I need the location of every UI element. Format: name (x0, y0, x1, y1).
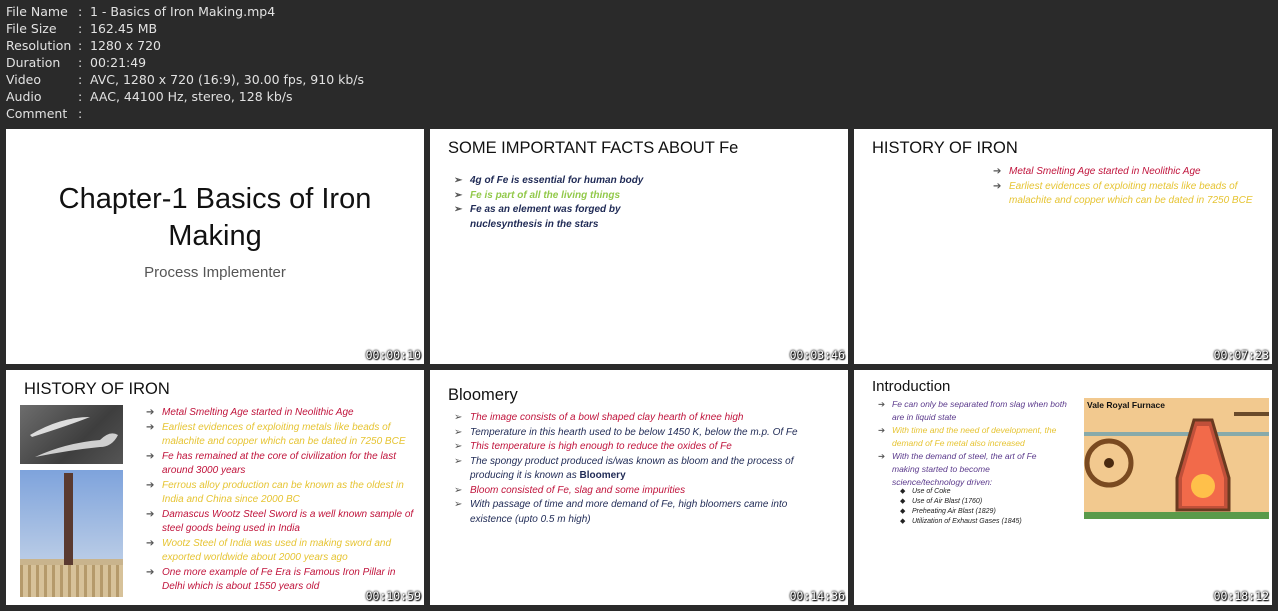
info-row: Duration:00:21:49 (6, 55, 147, 70)
file-info: File Name:1 - Basics of Iron Making.mp4 … (6, 3, 364, 122)
sub-bullet-item: ◆ Use of Coke (900, 488, 951, 495)
bullet-list: ➢ The image consists of a bowl shaped cla… (452, 411, 832, 527)
info-row: File Name:1 - Basics of Iron Making.mp4 (6, 4, 276, 19)
bullet-item: ➢ Temperature in this hearth used to be b… (452, 426, 832, 441)
bullet-item: ➔ Damascus Wootz Steel Sword is a well kn… (146, 508, 414, 535)
diamond-bullet-icon: ◆ (900, 518, 906, 525)
sub-bullet-item: ◆ Preheating Air Blast (1829) (900, 508, 996, 515)
info-row: File Size:162.45 MB (6, 21, 158, 36)
bullet-item: ➢ With passage of time and more demand of… (454, 499, 788, 525)
slide-title: Chapter-1 Basics of Iron Making (58, 183, 372, 252)
figure-title: Vale Royal Furnace (1087, 400, 1165, 410)
bullet-item: ➢ The spongy product produced is/was know… (454, 455, 794, 482)
bullet-item: ➢ The image consists of a bowl shaped cla… (452, 411, 832, 426)
slide-title: SOME IMPORTANT FACTS ABOUT Fe (448, 139, 739, 157)
slide-subtitle: Process Implementer (144, 264, 286, 281)
sub-bullet-list: ◆ Use of Coke ◆ Use of Air Blast (1760) ◆ P… (898, 487, 1078, 527)
info-row: Video: AVC, 1280 x 720 (16:9), 30.00 fps,… (6, 72, 365, 87)
slide-title: HISTORY OF IRON (24, 380, 170, 398)
arrow-bullet-icon: ➔ (146, 450, 155, 462)
arrowhead-bullet-icon: ➢ (454, 499, 463, 510)
bullet-item: ➔ With time and the need of development, … (878, 425, 1057, 448)
bullet-list: ➔ Metal Smelting Age started in Neolithic… (991, 165, 1256, 209)
timestamp: 00:18:12 (1213, 589, 1269, 603)
arrow-bullet-icon: ➔ (993, 180, 1002, 192)
bullet-list: ➔ Metal Smelting Age started in Neolithic… (144, 406, 416, 595)
timestamp: 00:07:23 (1213, 348, 1269, 362)
bullet-item: ➢ 4g of Fe is essential for human body (452, 174, 692, 189)
thumbnail-4[interactable]: HISTORY OF IRON ➔ Metal Smelting Age star… (6, 370, 424, 605)
diamond-bullet-icon: ◆ (900, 488, 906, 495)
slide-title: Introduction (872, 378, 951, 395)
bullet-item: ➢ This temperature is high enough to redu… (452, 440, 832, 455)
sub-bullet-item: ◆ Utilization of Exhaust Gases (1845) (900, 518, 1022, 525)
arrow-bullet-icon: ➔ (146, 537, 155, 549)
arrow-bullet-icon: ➔ (146, 421, 155, 433)
arrow-bullet-icon: ➔ (878, 399, 886, 409)
diamond-bullet-icon: ◆ (900, 498, 906, 505)
dagger-image (30, 417, 118, 457)
thumbnail-3[interactable]: HISTORY OF IRON ➔ Metal Smelting Age star… (854, 129, 1272, 364)
arrow-bullet-icon: ➔ (146, 508, 155, 520)
info-row: Comment: (6, 106, 83, 121)
info-row: Resolution:1280 x 720 (6, 38, 162, 53)
arrow-bullet-icon: ➔ (878, 425, 886, 435)
thumbnail-6[interactable]: Introduction ➔ Fe can only be separated f… (854, 370, 1272, 605)
arrowhead-bullet-icon: ➢ (454, 189, 463, 201)
bullet-item: ➔ Fe has remained at the core of civiliza… (146, 450, 397, 477)
arrowhead-bullet-icon: ➢ (454, 441, 463, 452)
iron-pillar-photo (20, 470, 123, 597)
arrowhead-bullet-icon: ➢ (454, 426, 463, 438)
arrow-bullet-icon: ➔ (146, 407, 155, 418)
bullet-item: ➔ Earliest evidences of exploiting metals… (993, 180, 1253, 207)
timestamp: 00:14:36 (789, 589, 845, 603)
furnace-diagram: Vale Royal Furnace (1084, 398, 1269, 519)
timestamp: 00:00:10 (365, 348, 421, 362)
arrowhead-bullet-icon: ➢ (454, 412, 463, 423)
arrowhead-bullet-icon: ➢ (454, 484, 463, 496)
bullet-item: ➢ Fe is part of all the living things (452, 189, 692, 204)
bullet-item: ➔ With the demand of steel, the art of Fe… (878, 451, 1037, 487)
bullet-item: ➔ Wootz Steel of India was used in making… (146, 537, 392, 564)
thumbnail-5[interactable]: Bloomery ➢ The image consists of a bowl s… (430, 370, 848, 605)
arrowhead-bullet-icon: ➢ (454, 175, 463, 186)
timestamp: 00:03:46 (789, 348, 845, 362)
diamond-bullet-icon: ◆ (900, 508, 906, 515)
thumbnail-1[interactable]: Chapter-1 Basics of Iron Making Process … (6, 129, 424, 364)
fence-image (20, 565, 123, 597)
bullet-item: ➔ Metal Smelting Age started in Neolithic… (144, 406, 416, 421)
arrowhead-bullet-icon: ➢ (454, 455, 463, 467)
bullet-list: ➔ Fe can only be separated from slag when… (876, 398, 1081, 489)
arrow-bullet-icon: ➔ (146, 566, 155, 578)
bullet-item: ➢ Fe as an element was forged by nuclesyn… (454, 204, 621, 230)
arrow-bullet-icon: ➔ (878, 451, 886, 461)
thumbnail-2[interactable]: SOME IMPORTANT FACTS ABOUT Fe ➢ 4g of Fe … (430, 129, 848, 364)
sub-bullet-item: ◆ Use of Air Blast (1760) (900, 498, 983, 505)
furnace-illustration (1084, 412, 1269, 519)
arrow-bullet-icon: ➔ (146, 479, 155, 491)
slide-title: HISTORY OF IRON (872, 139, 1018, 157)
bullet-item: ➔ Metal Smelting Age started in Neolithic… (991, 165, 1256, 180)
bullet-item: ➔ Earliest evidences of exploiting metals… (146, 421, 406, 448)
timestamp: 00:10:59 (365, 589, 421, 603)
slide-title: Bloomery (448, 386, 518, 404)
info-row: Audio: AAC, 44100 Hz, stereo, 128 kb/s (6, 89, 293, 104)
arrow-bullet-icon: ➔ (993, 166, 1002, 177)
dagger-photo (20, 405, 123, 464)
arrowhead-bullet-icon: ➢ (454, 204, 463, 215)
bullet-item: ➔ Ferrous alloy production can be known a… (146, 479, 404, 506)
bullet-item: ➢ Bloom consisted of Fe, slag and some im… (452, 484, 832, 499)
bullet-item: ➔ Fe can only be separated from slag when… (878, 399, 1067, 422)
bullet-list: ➢ 4g of Fe is essential for human body ➢ F… (452, 174, 692, 232)
